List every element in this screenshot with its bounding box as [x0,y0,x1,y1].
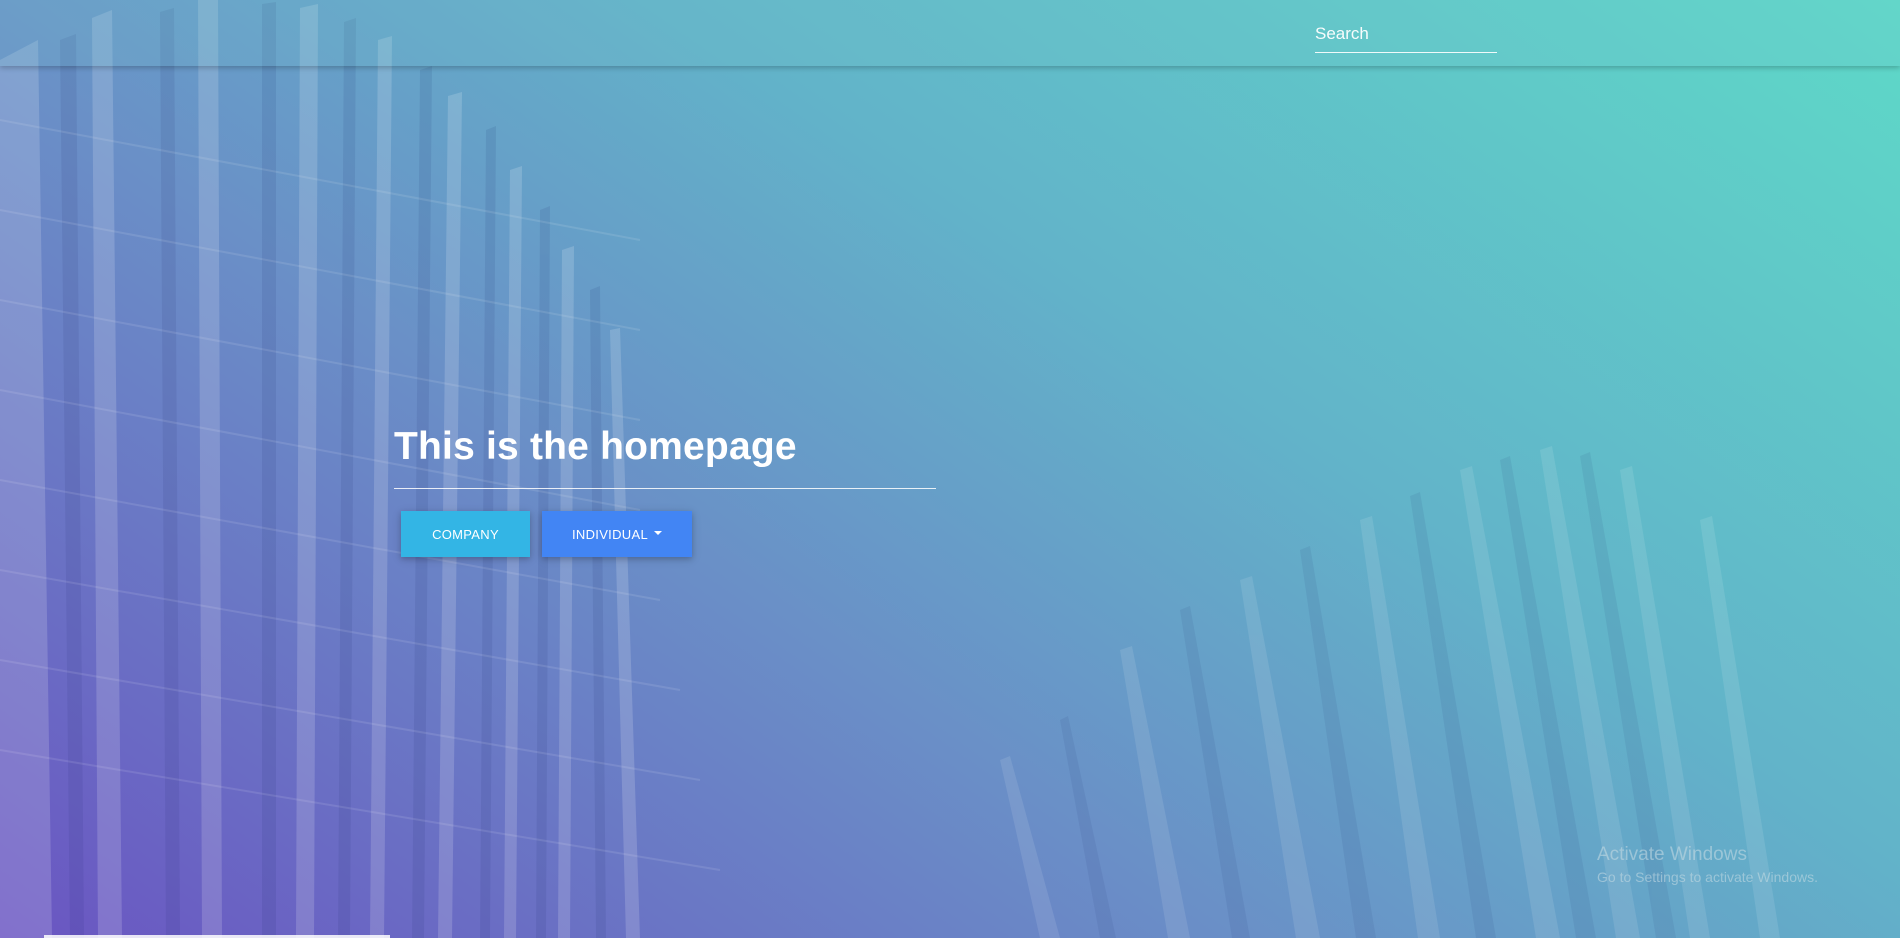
individual-dropdown-button[interactable]: INDIVIDUAL [542,511,692,557]
watermark-subtitle: Go to Settings to activate Windows. [1597,869,1818,885]
watermark-title: Activate Windows [1597,844,1747,865]
company-button-label: COMPANY [432,526,499,542]
individual-button-label: INDIVIDUAL [572,526,648,542]
top-navbar [0,0,1900,66]
company-button[interactable]: COMPANY [401,511,530,557]
hero-button-group: COMPANY INDIVIDUAL [394,511,936,557]
architecture-background-image [0,0,1780,938]
title-divider [394,488,936,489]
activate-windows-watermark: Activate Windows Go to Settings to activ… [1597,843,1818,887]
search-input[interactable] [1315,18,1497,50]
homepage: This is the homepage COMPANY INDIVIDUAL … [0,0,1900,938]
page-title: This is the homepage [394,425,797,468]
hero-section: This is the homepage COMPANY INDIVIDUAL [394,420,936,557]
caret-down-icon [653,530,662,535]
search-field [1315,18,1497,53]
